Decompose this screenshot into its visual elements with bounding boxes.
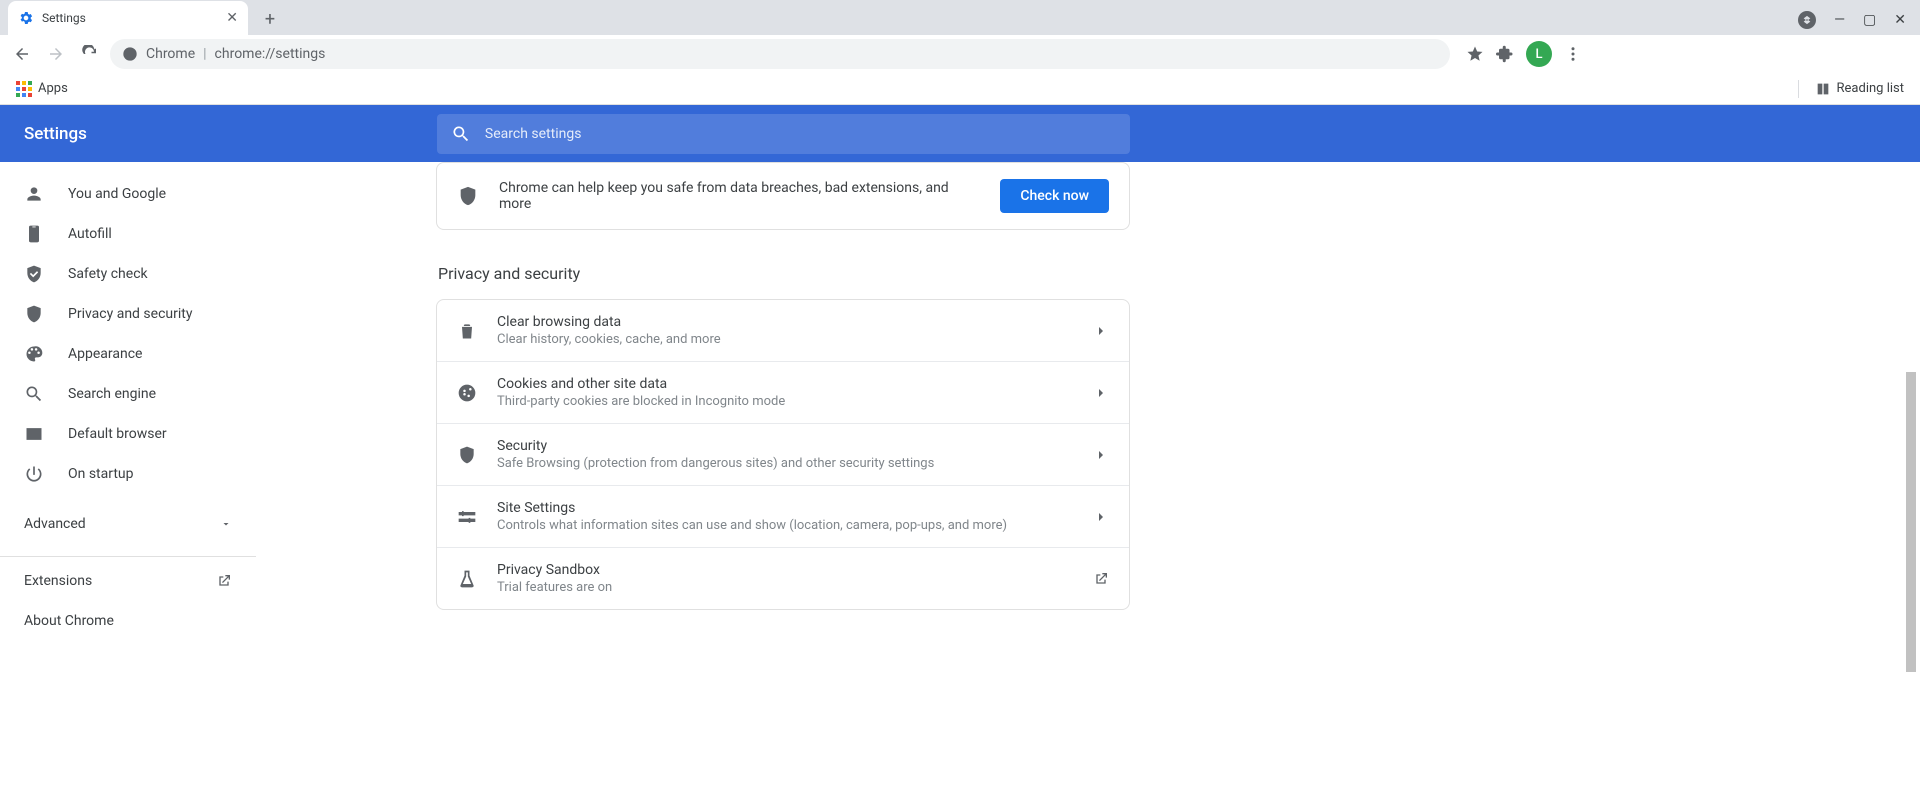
chevron-right-icon [1093,385,1109,401]
row-clear-browsing-data[interactable]: Clear browsing data Clear history, cooki… [437,300,1129,361]
chrome-menu-icon[interactable] [1564,45,1582,63]
row-site-settings[interactable]: Site Settings Controls what information … [437,485,1129,547]
sidebar-item-safety-check[interactable]: Safety check [0,254,246,294]
site-info-icon[interactable] [122,46,138,62]
flask-icon [457,569,477,589]
search-icon [451,124,471,144]
sidebar-item-search-engine[interactable]: Search engine [0,374,246,414]
browser-tab[interactable]: Settings ✕ [8,1,248,35]
new-tab-button[interactable]: + [256,5,284,33]
check-now-button[interactable]: Check now [1000,179,1109,213]
content-scrollbar[interactable] [1904,172,1918,794]
bookmark-divider [1798,80,1799,98]
extensions-icon[interactable] [1496,45,1514,63]
reload-button[interactable] [76,40,104,68]
safety-check-text: Chrome can help keep you safe from data … [499,180,980,212]
bookmarks-bar: Apps Reading list [0,73,1920,105]
row-security[interactable]: Security Safe Browsing (protection from … [437,423,1129,485]
tab-close-icon[interactable]: ✕ [226,10,238,26]
open-in-new-icon [1093,571,1109,587]
open-in-new-icon [216,573,232,589]
reading-list-icon [1815,81,1831,97]
person-icon [24,184,44,204]
sidebar-item-you-and-google[interactable]: You and Google [0,174,246,214]
address-bar[interactable]: Chrome | chrome://settings [110,39,1450,69]
chevron-right-icon [1093,509,1109,525]
search-settings-box[interactable] [437,114,1130,154]
scrollbar-thumb[interactable] [1906,372,1916,672]
browser-window-icon [24,424,44,444]
browser-titlebar: Settings ✕ + — ▢ ✕ [0,0,1920,35]
sidebar-advanced-toggle[interactable]: Advanced [0,504,256,544]
sidebar-item-appearance[interactable]: Appearance [0,334,246,374]
tune-icon [457,507,477,527]
minimize-button[interactable]: — [1834,12,1845,28]
palette-icon [24,344,44,364]
bookmark-star-icon[interactable] [1466,45,1484,63]
sidebar-item-privacy[interactable]: Privacy and security [0,294,246,334]
search-settings-input[interactable] [485,126,1116,142]
cookie-icon [457,383,477,403]
maximize-button[interactable]: ▢ [1863,12,1876,28]
shield-icon [457,185,479,207]
forward-button[interactable] [42,40,70,68]
profile-avatar[interactable]: L [1526,41,1552,67]
privacy-section-card: Clear browsing data Clear history, cooki… [436,299,1130,610]
row-privacy-sandbox[interactable]: Privacy Sandbox Trial features are on [437,547,1129,609]
window-controls: — ▢ ✕ [1798,11,1920,35]
reading-list-button[interactable]: Reading list [1807,77,1912,101]
sidebar-about-link[interactable]: About Chrome [0,601,256,641]
power-icon [24,464,44,484]
settings-content: Chrome can help keep you safe from data … [256,162,1920,794]
apps-shortcut[interactable]: Apps [8,77,76,101]
apps-grid-icon [16,81,32,97]
back-button[interactable] [8,40,36,68]
settings-favicon-icon [18,10,34,26]
settings-app-title: Settings [24,124,87,144]
search-icon [24,384,44,404]
chevron-right-icon [1093,323,1109,339]
browser-toolbar: Chrome | chrome://settings L [0,35,1920,73]
omnibox-origin: Chrome [146,46,195,62]
settings-body: You and Google Autofill Safety check Pri… [0,162,1920,794]
omnibox-separator: | [203,46,206,62]
privacy-section-title: Privacy and security [438,264,1130,283]
settings-header: Settings [0,105,1920,162]
sidebar-item-default-browser[interactable]: Default browser [0,414,246,454]
chevron-right-icon [1093,447,1109,463]
omnibox-path: chrome://settings [215,46,326,62]
sidebar-extensions-link[interactable]: Extensions [0,561,256,601]
sidebar-divider [0,556,256,557]
close-window-button[interactable]: ✕ [1894,12,1906,28]
sidebar-item-autofill[interactable]: Autofill [0,214,246,254]
tab-title: Settings [42,11,218,25]
account-indicator-icon[interactable] [1798,11,1816,29]
row-cookies[interactable]: Cookies and other site data Third-party … [437,361,1129,423]
shield-icon [24,304,44,324]
settings-sidebar: You and Google Autofill Safety check Pri… [0,162,256,794]
trash-icon [457,321,477,341]
shield-check-icon [24,264,44,284]
chevron-down-icon [220,518,232,530]
shield-icon [457,445,477,465]
clipboard-icon [24,224,44,244]
sidebar-item-on-startup[interactable]: On startup [0,454,246,494]
safety-check-card: Chrome can help keep you safe from data … [436,162,1130,230]
